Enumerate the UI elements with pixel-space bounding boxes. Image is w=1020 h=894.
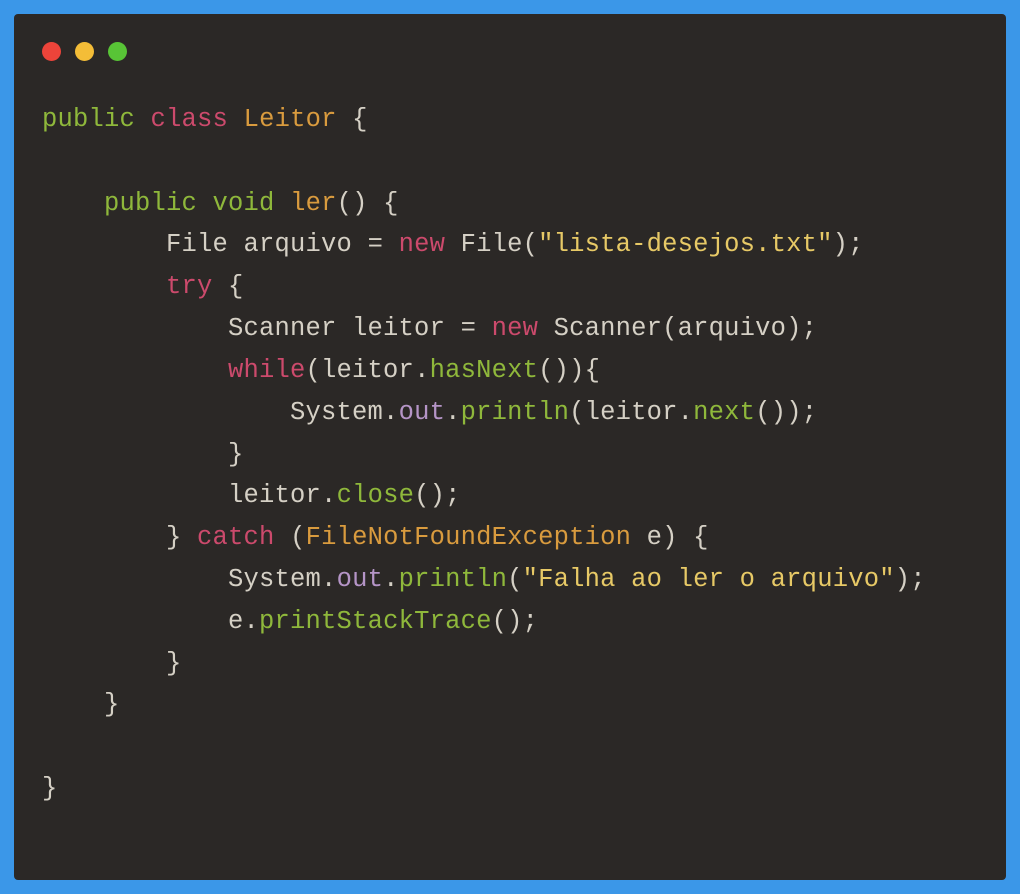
keyword-try: try [166, 272, 213, 301]
indent [42, 398, 290, 427]
string-literal: "Falha ao ler o arquivo" [523, 565, 895, 594]
method-call: close [337, 481, 415, 510]
method-call: printStackTrace [259, 607, 492, 636]
brace: { [337, 105, 368, 134]
code-line: e.printStackTrace(); [42, 607, 538, 636]
code-line: System.out.println(leitor.next()); [42, 398, 817, 427]
code-block: public class Leitor { public void ler() … [42, 99, 978, 810]
minimize-icon[interactable] [75, 42, 94, 61]
end: (); [414, 481, 461, 510]
classname: Leitor [244, 105, 337, 134]
exception-type: FileNotFoundException [306, 523, 632, 552]
keyword-new: new [399, 230, 446, 259]
call: Scanner(arquivo); [538, 314, 817, 343]
field: out [337, 565, 384, 594]
call: File( [445, 230, 538, 259]
code-line: } [42, 649, 182, 678]
method-call: println [461, 398, 570, 427]
paren: ( [507, 565, 523, 594]
identifier: e. [228, 607, 259, 636]
keyword-void: void [213, 189, 275, 218]
indent [42, 649, 166, 678]
traffic-lights [42, 42, 978, 61]
paren: ); [895, 565, 926, 594]
indent [42, 356, 228, 385]
indent [42, 272, 166, 301]
indent [42, 314, 228, 343]
method-call: next [693, 398, 755, 427]
method-call: println [399, 565, 508, 594]
code-line: try { [42, 272, 244, 301]
code-line: } catch (FileNotFoundException e) { [42, 523, 709, 552]
code-line: public void ler() { [42, 189, 399, 218]
close-icon[interactable] [42, 42, 61, 61]
string-literal: "lista-desejos.txt" [538, 230, 833, 259]
parens: () { [337, 189, 399, 218]
code-line: } [42, 690, 120, 719]
declaration: File arquivo = [166, 230, 399, 259]
dot: . [445, 398, 461, 427]
indent [42, 607, 228, 636]
keyword-class: class [151, 105, 229, 134]
code-line: } [42, 440, 244, 469]
indent [42, 230, 166, 259]
declaration: Scanner leitor = [228, 314, 492, 343]
identifier: System. [290, 398, 399, 427]
field: out [399, 398, 446, 427]
paren: (leitor. [306, 356, 430, 385]
indent [42, 440, 228, 469]
method-name: ler [290, 189, 337, 218]
paren: ( [275, 523, 306, 552]
indent [42, 690, 104, 719]
identifier: System. [228, 565, 337, 594]
code-line: Scanner leitor = new Scanner(arquivo); [42, 314, 817, 343]
paren: (leitor. [569, 398, 693, 427]
code-line: File arquivo = new File("lista-desejos.t… [42, 230, 864, 259]
code-line: leitor.close(); [42, 481, 461, 510]
code-line: public class Leitor { [42, 105, 368, 134]
brace: } [166, 649, 182, 678]
brace: } [42, 774, 58, 803]
brace: } [166, 523, 197, 552]
code-line: System.out.println("Falha ao ler o arqui… [42, 565, 926, 594]
maximize-icon[interactable] [108, 42, 127, 61]
identifier: leitor. [228, 481, 337, 510]
keyword-public: public [42, 105, 135, 134]
paren: ()){ [538, 356, 600, 385]
code-line: while(leitor.hasNext()){ [42, 356, 600, 385]
variable: e) { [631, 523, 709, 552]
code-window: public class Leitor { public void ler() … [14, 14, 1006, 880]
dot: . [383, 565, 399, 594]
indent [42, 481, 228, 510]
keyword-while: while [228, 356, 306, 385]
indent [42, 523, 166, 552]
code-line: } [42, 774, 58, 803]
keyword-catch: catch [197, 523, 275, 552]
paren: ()); [755, 398, 817, 427]
keyword-new: new [492, 314, 539, 343]
end: ); [833, 230, 864, 259]
end: (); [492, 607, 539, 636]
brace: { [213, 272, 244, 301]
indent [42, 189, 104, 218]
brace: } [104, 690, 120, 719]
method-call: hasNext [430, 356, 539, 385]
keyword-public: public [104, 189, 197, 218]
indent [42, 565, 228, 594]
brace: } [228, 440, 244, 469]
